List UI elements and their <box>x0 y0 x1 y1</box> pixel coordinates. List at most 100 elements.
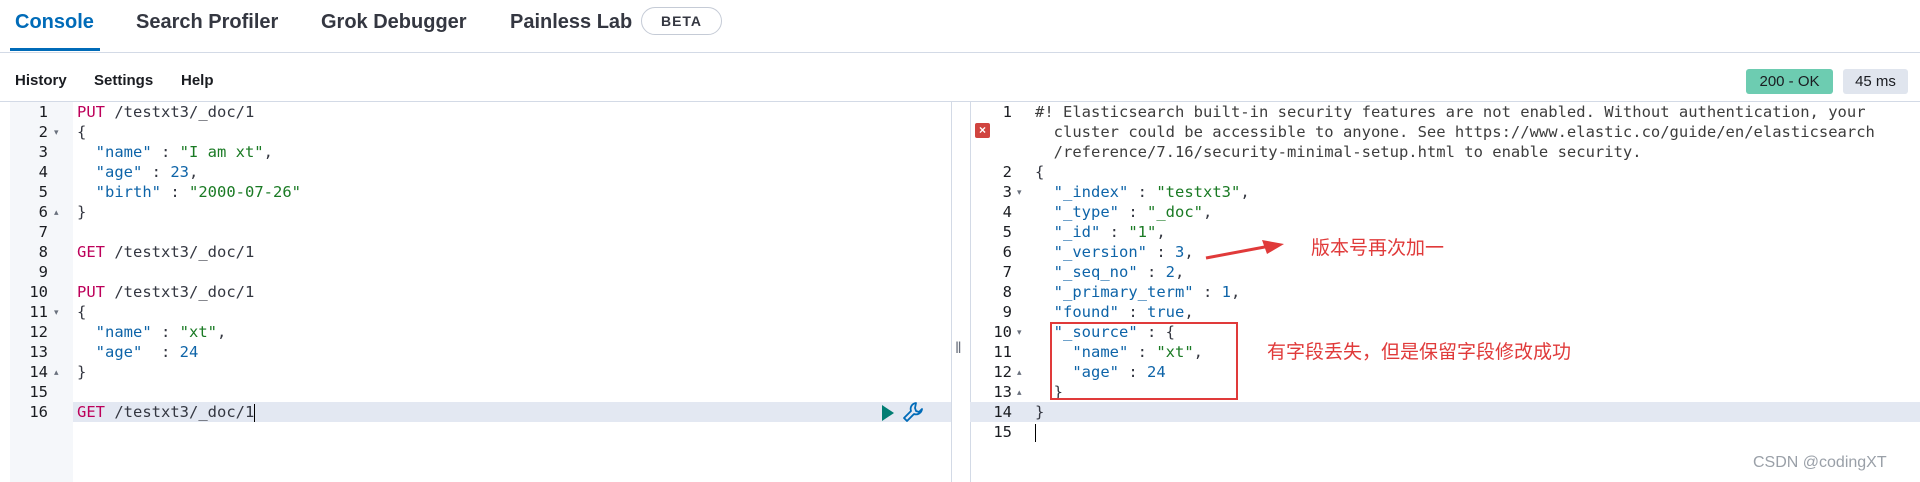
code-token: , <box>1230 283 1241 301</box>
fold-toggle-icon[interactable]: ▾ <box>54 302 59 322</box>
fold-toggle-icon[interactable]: ▴ <box>54 362 59 382</box>
code-line: "_index" : "testxt3", <box>1035 182 1250 202</box>
line-number: 12 <box>993 363 1012 381</box>
code-token: : <box>1193 283 1222 301</box>
code-token: , <box>263 143 273 161</box>
code-token: /testxt3/_doc/1 <box>105 243 255 261</box>
line-number <box>970 142 1012 162</box>
code-token: , <box>1203 203 1213 221</box>
console-toolbar: History Settings Help <box>0 52 1920 102</box>
dev-tools-tabs: Console Search Profiler Grok Debugger Pa… <box>0 0 1920 53</box>
fold-toggle-icon[interactable]: ▴ <box>54 202 59 222</box>
code-token: 23 <box>170 163 189 181</box>
code-line: "_id" : "1", <box>1035 222 1166 242</box>
code-token: /testxt3/_doc/1 <box>105 403 255 421</box>
tab-search-profiler[interactable]: Search Profiler <box>136 10 278 34</box>
history-button[interactable]: History <box>15 72 67 89</box>
code-token: "I am xt" <box>179 143 264 161</box>
code-line: { <box>1035 162 1044 182</box>
code-line: "_type" : "_doc", <box>1035 202 1213 222</box>
line-number: 3 <box>38 143 48 161</box>
code-line: "_seq_no" : 2, <box>1035 262 1185 282</box>
fold-toggle-icon[interactable]: ▾ <box>1017 322 1022 342</box>
tab-console[interactable]: Console <box>15 10 94 34</box>
code-line: "age" : 24 <box>77 342 199 362</box>
tab-painless-lab[interactable]: Painless Lab <box>510 10 632 34</box>
code-token: , <box>1240 183 1250 201</box>
code-line: /reference/7.16/security-minimal-setup.h… <box>1035 142 1642 162</box>
code-line: { <box>77 302 86 322</box>
code-token: /testxt3/_doc/1 <box>105 103 255 121</box>
help-button[interactable]: Help <box>181 72 214 89</box>
watermark: CSDN @codingXT <box>1753 454 1887 471</box>
code-token: /testxt3/_doc/1 <box>105 283 255 301</box>
code-line: } <box>77 362 86 382</box>
code-token: "found" <box>1035 303 1119 321</box>
code-token: , <box>1175 263 1185 281</box>
code-token: #! Elasticsearch built-in security featu… <box>1035 103 1866 121</box>
code-token: , <box>216 323 227 341</box>
code-token: PUT <box>77 283 105 301</box>
code-line: { <box>77 122 86 142</box>
code-line: PUT /testxt3/_doc/1 <box>77 102 254 122</box>
code-token: "name" <box>77 143 152 161</box>
code-token: "name" <box>77 323 152 341</box>
warning-error-icon: × <box>975 123 990 138</box>
line-number: 4 <box>1002 203 1012 221</box>
response-editor[interactable]: 1 #! Elasticsearch built-in security feat… <box>970 102 1920 482</box>
code-token: "_version" <box>1035 243 1147 261</box>
code-token: "age" <box>77 343 143 361</box>
fold-toggle-icon[interactable]: ▾ <box>54 122 59 142</box>
fold-toggle-icon[interactable]: ▴ <box>1017 362 1022 382</box>
source-annotation: 有字段丢失，但是保留字段修改成功 <box>1267 342 1572 363</box>
code-token: } <box>77 363 87 381</box>
fold-toggle-icon[interactable]: ▴ <box>1017 382 1022 402</box>
code-line: GET /testxt3/_doc/1 <box>77 402 256 422</box>
code-line: "birth" : "2000-07-26" <box>77 182 301 202</box>
active-tab-indicator <box>10 48 100 51</box>
line-number: 1 <box>1002 103 1012 121</box>
code-token: "1" <box>1128 223 1157 241</box>
line-number: 15 <box>993 423 1012 441</box>
code-token: true <box>1147 303 1185 321</box>
version-annotation: 版本号再次加一 <box>1311 238 1445 259</box>
pane-resizer[interactable] <box>951 102 971 482</box>
settings-button[interactable]: Settings <box>94 72 153 89</box>
code-line: "_primary_term" : 1, <box>1035 282 1241 302</box>
send-request-icon[interactable] <box>882 405 894 421</box>
active-line-highlight <box>970 402 1920 422</box>
line-number: 9 <box>1002 303 1012 321</box>
code-token: { <box>1035 163 1045 181</box>
line-number: 7 <box>1002 263 1012 281</box>
code-token: 2 <box>1165 263 1175 281</box>
code-token: "age" <box>77 163 143 181</box>
code-line: } <box>77 202 86 222</box>
line-number: 11 <box>29 303 48 321</box>
line-number: 5 <box>1002 223 1012 241</box>
code-line: "age" : 23, <box>77 162 199 182</box>
code-token: { <box>77 303 87 321</box>
line-number: 6 <box>38 203 48 221</box>
fold-toggle-icon[interactable]: ▾ <box>1017 182 1022 202</box>
line-number: 5 <box>38 183 48 201</box>
line-number: 6 <box>1002 243 1012 261</box>
line-number: 2 <box>1002 163 1012 181</box>
code-token: "_type" <box>1035 203 1119 221</box>
code-line: } <box>1035 402 1044 422</box>
code-token: { <box>77 123 87 141</box>
code-token: /reference/7.16/security-minimal-setup.h… <box>1035 143 1642 161</box>
line-number: 3 <box>1002 183 1012 201</box>
request-editor[interactable]: 1 PUT /testxt3/_doc/1 2 ▾ {3 "name" : "I am … <box>10 102 951 482</box>
code-token: 3 <box>1174 243 1185 261</box>
code-line: PUT /testxt3/_doc/1 <box>77 282 254 302</box>
wrench-icon[interactable] <box>902 401 924 423</box>
code-token: "_seq_no" <box>1035 263 1138 281</box>
line-number: 10 <box>993 323 1012 341</box>
code-line: "_version" : 3, <box>1035 242 1194 262</box>
source-highlight-box <box>1050 322 1238 400</box>
code-token: : <box>1146 243 1175 261</box>
code-token: 24 <box>179 343 199 361</box>
resize-handle-icon[interactable]: ‖ <box>955 340 962 358</box>
tab-grok-debugger[interactable]: Grok Debugger <box>321 10 467 34</box>
code-token: : <box>151 143 180 161</box>
